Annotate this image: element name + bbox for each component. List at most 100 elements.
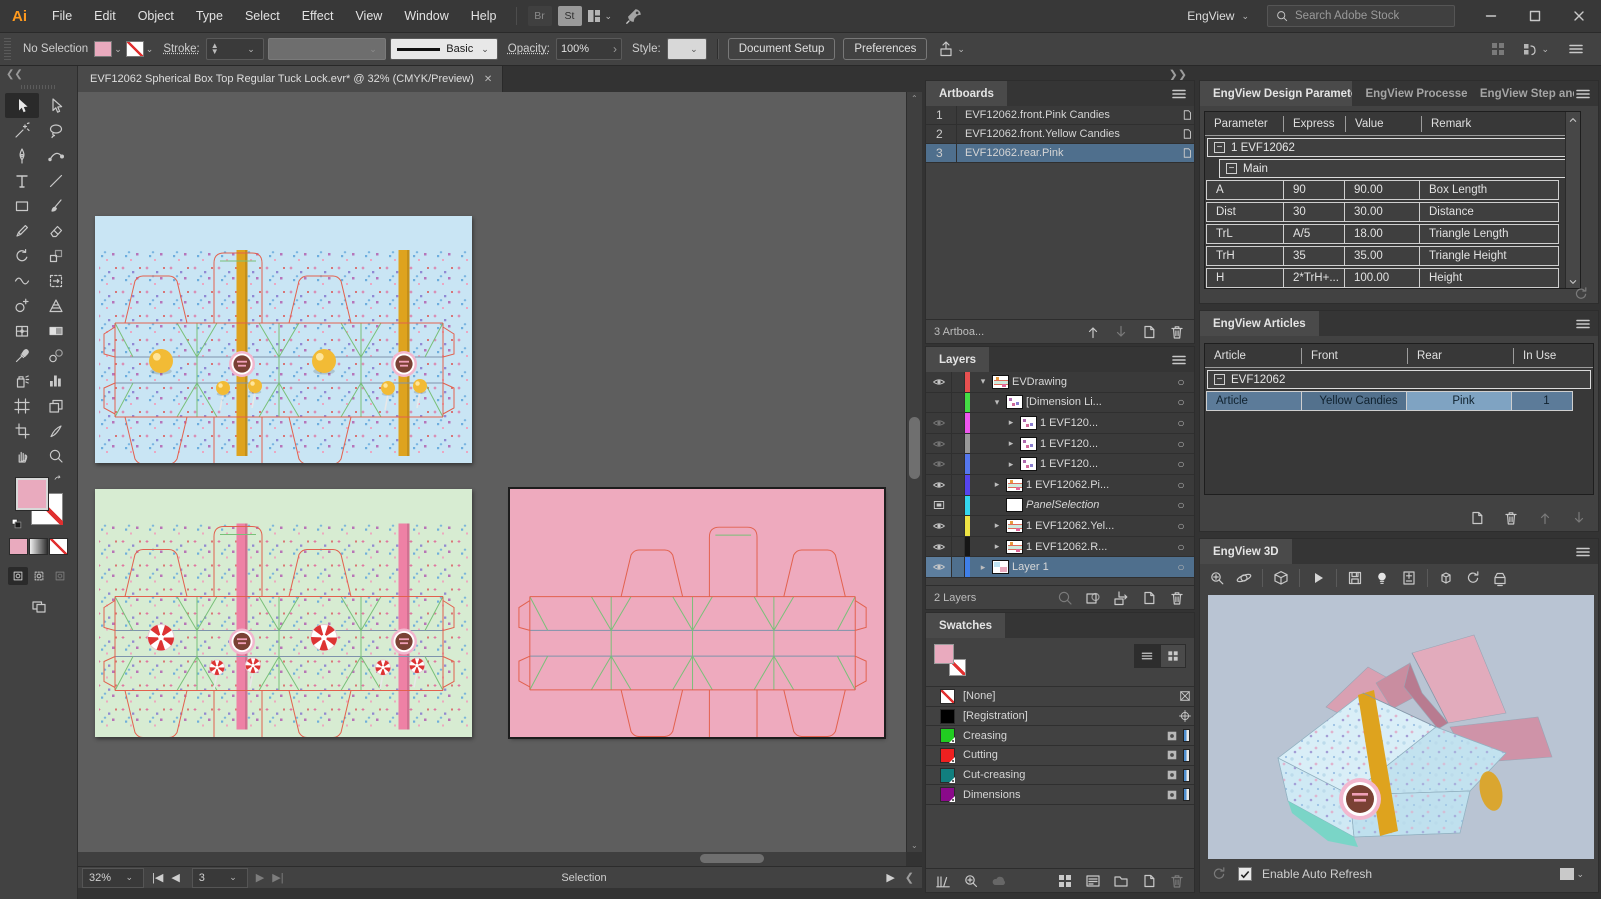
delete-artboard-icon[interactable] [1168, 323, 1186, 341]
article-cell[interactable]: Yellow Candies [1301, 391, 1407, 411]
layer-target-icon[interactable]: ○ [1168, 540, 1194, 554]
layer-target-icon[interactable]: ○ [1168, 416, 1194, 430]
layer-name[interactable]: 1 EVF12062.Pi... [1026, 479, 1109, 491]
stock-button[interactable]: St [558, 6, 582, 26]
chevron-down-icon[interactable]: ⌄ [114, 44, 122, 55]
tool-curvature[interactable] [39, 143, 73, 168]
visibility-toggle[interactable] [926, 434, 952, 454]
new-layer-icon[interactable] [1140, 589, 1158, 607]
table-scrollbar[interactable] [1565, 112, 1580, 289]
tab-engview-articles[interactable]: EngView Articles [1200, 311, 1319, 336]
chevron-down-icon[interactable]: ⌄ [605, 11, 613, 22]
expand-icon[interactable]: ▸ [1005, 438, 1017, 449]
swap-fill-stroke-icon[interactable] [52, 474, 64, 486]
arrange-documents-icon[interactable] [585, 7, 603, 25]
parameter-cell[interactable]: A [1206, 180, 1284, 200]
status-menu-icon[interactable]: ▶ [876, 871, 904, 884]
close-button[interactable] [1557, 0, 1601, 33]
layer-target-icon[interactable]: ○ [1168, 498, 1194, 512]
layer-thumbnail[interactable] [1006, 540, 1023, 554]
tool-scale[interactable] [39, 243, 73, 268]
layer-row[interactable]: ▸ 1 EVF12062.R... ○ [926, 537, 1194, 558]
menu-file[interactable]: File [41, 0, 83, 33]
swatch-options-icon[interactable] [1084, 872, 1102, 890]
expand-icon[interactable]: ▾ [991, 397, 1003, 408]
parameter-cell[interactable]: TrL [1206, 224, 1284, 244]
swatch-row[interactable]: Dimensions [926, 785, 1194, 805]
stroke-label[interactable]: Stroke: [163, 43, 199, 55]
delete-article-icon[interactable] [1502, 509, 1520, 527]
move-down-icon[interactable] [1112, 323, 1130, 341]
new-color-group-icon[interactable] [1112, 872, 1130, 890]
lock-toggle[interactable] [952, 516, 965, 536]
prev-artboard-button[interactable]: ◀ [171, 871, 179, 884]
column-header[interactable]: Parameter [1205, 116, 1283, 132]
menu-view[interactable]: View [344, 0, 393, 33]
tool-zoom[interactable] [39, 443, 73, 468]
light-icon[interactable] [1373, 569, 1391, 587]
lock-toggle[interactable] [952, 434, 965, 454]
layer-target-icon[interactable]: ○ [1168, 457, 1194, 471]
parameter-row[interactable]: Dist3030.00Distance [1207, 202, 1578, 222]
parameter-cell[interactable]: A/5 [1283, 224, 1345, 244]
color-themes-icon[interactable] [962, 872, 980, 890]
fold-view-icon[interactable] [1272, 569, 1290, 587]
tool-shaper[interactable] [5, 218, 39, 243]
vertical-scroll-thumb[interactable] [909, 417, 920, 479]
parameter-cell[interactable]: 90.00 [1344, 180, 1420, 200]
screen-mode-icon[interactable] [30, 597, 48, 615]
layer-row[interactable]: ▸ 1 EVF120... ○ [926, 454, 1194, 475]
next-artboard-button[interactable]: ▶ [256, 871, 264, 884]
tool-free-transform[interactable] [39, 268, 73, 293]
tool-width[interactable] [5, 268, 39, 293]
maximize-button[interactable] [1513, 0, 1557, 33]
package-icon[interactable] [1437, 569, 1455, 587]
background-color-swatch[interactable] [1560, 868, 1574, 880]
visibility-toggle[interactable] [926, 413, 952, 433]
gradient-button[interactable] [29, 538, 48, 555]
tool-artboard[interactable] [5, 393, 39, 418]
menu-edit[interactable]: Edit [83, 0, 127, 33]
workspace-switcher[interactable]: EngView ⌄ [1187, 9, 1253, 23]
opacity-label[interactable]: Opacity: [508, 43, 550, 55]
tool-crop[interactable] [5, 418, 39, 443]
tool-eraser[interactable] [39, 218, 73, 243]
control-panel-menu-icon[interactable] [1567, 40, 1585, 58]
zoom-fit-icon[interactable] [1208, 569, 1226, 587]
artboard-page-icon[interactable] [1180, 146, 1194, 160]
last-artboard-button[interactable]: ▶| [272, 871, 283, 884]
swatch-kinds-icon[interactable] [1056, 872, 1074, 890]
library-add-icon[interactable] [990, 872, 1008, 890]
horizontal-scrollbar[interactable] [78, 852, 906, 866]
tool-line-segment[interactable] [39, 168, 73, 193]
tab-engview-step-and[interactable]: EngView Step and [1467, 81, 1574, 106]
lock-toggle[interactable] [952, 413, 965, 433]
layer-row[interactable]: ▸ Layer 1 ○ [926, 557, 1194, 578]
parameter-row[interactable]: A9090.00Box Length [1207, 180, 1578, 200]
draw-normal-button[interactable] [8, 567, 28, 585]
article-cell[interactable]: 1 [1511, 391, 1573, 411]
layer-name[interactable]: 1 EVF120... [1040, 417, 1098, 429]
layer-name[interactable]: 1 EVF12062.Yel... [1026, 520, 1114, 532]
3d-viewport[interactable] [1208, 595, 1594, 859]
article-row[interactable]: ArticleYellow CandiesPink1 [1207, 391, 1591, 411]
move-up-icon[interactable] [1084, 323, 1102, 341]
tool-hand[interactable] [5, 443, 39, 468]
parameter-cell[interactable]: 35.00 [1344, 246, 1420, 266]
layer-name[interactable]: 1 EVF12062.R... [1026, 541, 1107, 553]
column-header[interactable]: Value [1345, 116, 1421, 132]
parameter-cell[interactable]: Box Length [1419, 180, 1559, 200]
lock-toggle[interactable] [952, 537, 965, 557]
parameter-cell[interactable]: Dist [1206, 202, 1284, 222]
export-icon[interactable] [1346, 569, 1364, 587]
artboard-2[interactable] [95, 489, 472, 737]
tab-layers[interactable]: Layers [926, 347, 989, 372]
fill-stroke-preview[interactable] [934, 644, 968, 676]
layer-row[interactable]: ▾ [Dimension Li... ○ [926, 393, 1194, 414]
column-header[interactable]: Remark [1421, 116, 1561, 132]
layer-target-icon[interactable]: ○ [1168, 478, 1194, 492]
swatch-row[interactable]: Creasing [926, 726, 1194, 746]
swatch-row[interactable]: Cut-creasing [926, 766, 1194, 786]
menu-window[interactable]: Window [393, 0, 459, 33]
tab-engview-design-parameters[interactable]: EngView Design Parameters [1200, 81, 1352, 106]
